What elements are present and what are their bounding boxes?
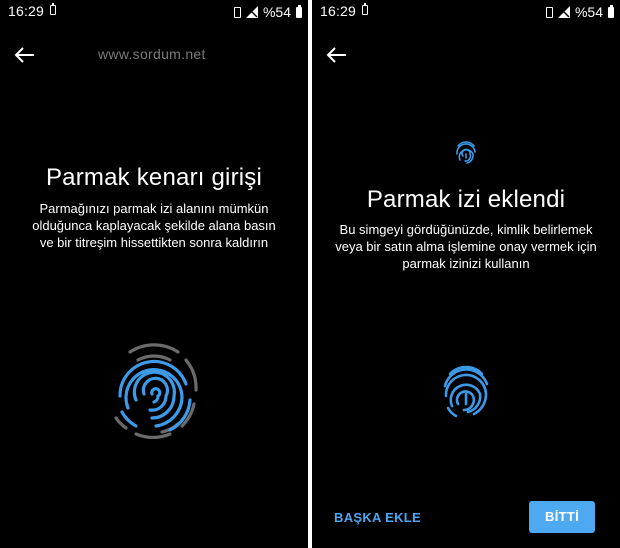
battery-icon	[608, 4, 614, 18]
battery-icon	[296, 4, 302, 18]
enroll-edge-screen: 16:29 %54 www.sordum.net Parmak kenarı g…	[0, 0, 308, 548]
battery-percent: %54	[574, 4, 603, 20]
status-indicators: %54	[545, 3, 614, 21]
status-bar: 16:29 %54	[312, 0, 620, 24]
back-arrow-icon[interactable]	[326, 44, 348, 66]
back-arrow-icon[interactable]	[14, 44, 36, 66]
status-indicators: %54	[233, 3, 302, 21]
instruction-text: Parmağınızı parmak izi alanını mümkün ol…	[32, 201, 276, 250]
screenshot-stage: 16:29 %54 www.sordum.net Parmak kenarı g…	[0, 0, 620, 548]
battery-percent: %54	[262, 4, 291, 20]
add-another-button[interactable]: BAŞKA EKLE	[334, 510, 421, 525]
vibrate-icon	[233, 6, 241, 18]
fingerprint-icon	[456, 141, 476, 164]
signal-icon	[245, 6, 258, 18]
status-bar: 16:29 %54	[0, 0, 308, 24]
fingerprint-added-icon	[443, 365, 489, 418]
battery-saver-icon	[362, 3, 368, 15]
fingerprint-progress-icon	[114, 343, 198, 439]
vibrate-icon	[545, 6, 553, 18]
status-time: 16:29	[320, 3, 357, 19]
status-time: 16:29	[8, 3, 45, 19]
watermark-text: www.sordum.net	[98, 46, 206, 62]
signal-icon	[557, 6, 570, 18]
enroll-complete-screen: 16:29 %54 Parmak izi eklendi Bu simgeyi …	[312, 0, 620, 548]
battery-saver-icon	[50, 3, 56, 15]
confirmation-text: Bu simgeyi gördüğünüzde, kimlik belirlem…	[335, 222, 597, 271]
page-title: Parmak izi eklendi	[366, 186, 566, 213]
page-title: Parmak kenarı girişi	[45, 164, 263, 191]
done-button[interactable]: BİTTİ	[529, 501, 595, 533]
